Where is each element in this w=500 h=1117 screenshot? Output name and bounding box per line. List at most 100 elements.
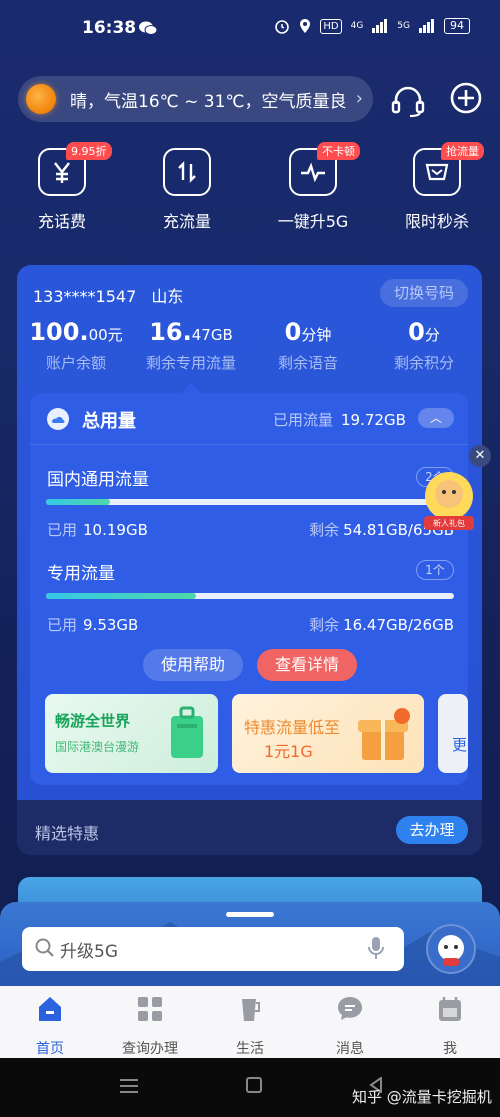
phone-number-value: 133****1547 [33, 287, 137, 306]
updown-arrows-icon [163, 148, 211, 196]
pulse-icon: 不卡顿 [289, 142, 360, 196]
promo-title: 畅游全世界 [55, 712, 131, 730]
section-remain-value: 16.47GB/26GB [343, 616, 454, 634]
chat-bubble-icon [338, 997, 362, 1020]
stat-unit: 00元 [88, 326, 123, 344]
stat-data[interactable]: 16.47GB 剩余专用流量 [131, 318, 251, 373]
view-details-button[interactable]: 查看详情 [257, 649, 357, 681]
section-used: 已用 10.19GB [47, 519, 148, 540]
plus-circle-icon[interactable] [446, 80, 486, 120]
home-nav-icon[interactable] [246, 1077, 262, 1093]
search-icon [35, 938, 54, 957]
section-remain-label: 剩余 [309, 521, 340, 539]
yuan-icon: 9.95折 [38, 142, 112, 196]
hd-badge: HD [320, 18, 342, 34]
section-title: 专用流量 [47, 564, 115, 584]
close-icon[interactable]: ✕ [469, 445, 491, 467]
signal-icon [372, 19, 388, 33]
promo-title: 更 [452, 736, 468, 754]
stat-unit: 分 [424, 326, 440, 344]
usage-progress-fill [46, 499, 111, 505]
status-bar: 16:38 HD 4G 5G 94 [0, 0, 500, 60]
grid-icon [138, 997, 162, 1021]
sun-icon [26, 84, 56, 114]
section-remain-label: 剩余 [309, 616, 340, 634]
quick-action-label: 充流量 [162, 212, 211, 231]
weather-bar[interactable]: 晴，气温16℃ ~ 31℃，空气质量良 › [18, 76, 373, 122]
tab-query[interactable]: 查询办理 [100, 994, 200, 1058]
menu-icon[interactable] [120, 1079, 138, 1093]
section-title: 国内通用流量 [47, 470, 149, 490]
section-used-label: 已用 [47, 521, 78, 539]
stat-value: 0 [284, 318, 302, 346]
stat-unit: 47GB [191, 326, 233, 344]
calendar-icon [439, 997, 461, 1021]
tab-label: 首页 [36, 1041, 64, 1057]
stat-value: 16. [149, 318, 192, 346]
quick-action-label: 一键升5G [277, 212, 349, 231]
suitcase-icon [171, 706, 203, 758]
go-handle-button[interactable]: 去办理 [396, 816, 468, 844]
weather-text: 晴，气温16℃ ~ 31℃，空气质量良 [70, 91, 347, 112]
assistant-avatar[interactable] [426, 924, 476, 974]
quick-badge: 9.95折 [66, 142, 112, 160]
headset-icon[interactable] [388, 80, 428, 120]
gift-box-promo-icon [358, 708, 410, 760]
new-user-gift-floating[interactable]: 新人礼包 [420, 470, 478, 532]
section-used-label: 已用 [47, 616, 78, 634]
tab-me[interactable]: 我 [400, 994, 500, 1058]
usage-used: 已用流量 19.72GB [273, 409, 406, 430]
tab-life[interactable]: 生活 [200, 994, 300, 1058]
section-used-value: 10.19GB [83, 521, 148, 539]
quick-badge: 抢流量 [441, 142, 484, 160]
section-used: 已用 9.53GB [47, 614, 138, 635]
collapse-button[interactable]: ︿ [418, 408, 454, 428]
usage-help-button[interactable]: 使用帮助 [143, 649, 243, 681]
usage-title: 总用量 [82, 411, 136, 432]
quick-action-flash-sale[interactable]: 抢流量 限时秒杀 [387, 142, 487, 232]
signal-icon-2 [419, 19, 434, 33]
cup-icon [242, 999, 260, 1021]
switch-number-button[interactable]: 切换号码 [380, 279, 468, 307]
section-remain: 剩余 16.47GB/26GB [309, 614, 454, 635]
status-time: 16:38 [82, 18, 137, 38]
promo-roaming[interactable]: 畅游全世界 国际港澳台漫游 [45, 694, 218, 773]
stat-label: 剩余积分 [393, 354, 454, 372]
stat-label: 剩余语音 [277, 354, 338, 372]
status-icons: HD 4G 5G 94 [274, 18, 470, 34]
tab-home[interactable]: 首页 [0, 994, 100, 1058]
usage-used-label: 已用流量 [273, 411, 334, 429]
section-used-value: 9.53GB [83, 616, 139, 634]
stat-value: 100. [29, 318, 89, 346]
stat-label: 账户余额 [45, 354, 106, 372]
watermark: 知乎 @流量卡挖掘机 [352, 1088, 492, 1106]
battery-indicator: 94 [444, 18, 470, 34]
usage-used-value: 19.72GB [341, 411, 406, 429]
quick-action-recharge[interactable]: 9.95折 充话费 [12, 142, 112, 232]
quick-action-5g[interactable]: 不卡顿 一键升5G [263, 142, 363, 232]
usage-progress-bar [46, 593, 454, 599]
promo-subtitle: 国际港澳台漫游 [55, 740, 140, 754]
promo-more[interactable]: 更 [438, 694, 468, 773]
tab-label: 生活 [236, 1041, 264, 1057]
drag-handle[interactable] [226, 912, 274, 917]
quick-action-data[interactable]: 充流量 [137, 148, 237, 232]
tab-messages[interactable]: 消息 [300, 994, 400, 1058]
microphone-icon[interactable] [366, 935, 386, 961]
stat-value: 0 [408, 318, 425, 346]
net-5g: 5G [397, 21, 410, 31]
stat-points[interactable]: 0分 剩余积分 [364, 318, 484, 373]
stat-balance[interactable]: 100.00元 账户余额 [16, 318, 136, 373]
stat-voice[interactable]: 0分钟 剩余语音 [248, 318, 368, 373]
promo-subtitle: 1元1G [264, 742, 313, 761]
phone-number: 133****1547 山东 [33, 283, 183, 307]
quick-action-label: 限时秒杀 [404, 212, 469, 231]
gift-label: 新人礼包 [433, 519, 465, 528]
wechat-icon [139, 21, 158, 35]
tab-label: 查询办理 [122, 1041, 178, 1057]
promo-data-deal[interactable]: 特惠流量低至 1元1G [232, 694, 424, 773]
promo-title: 特惠流量低至 [244, 718, 341, 737]
quick-action-label: 充话费 [37, 212, 86, 231]
section-count-badge[interactable]: 1个 [416, 560, 454, 580]
home-icon [39, 997, 61, 1021]
